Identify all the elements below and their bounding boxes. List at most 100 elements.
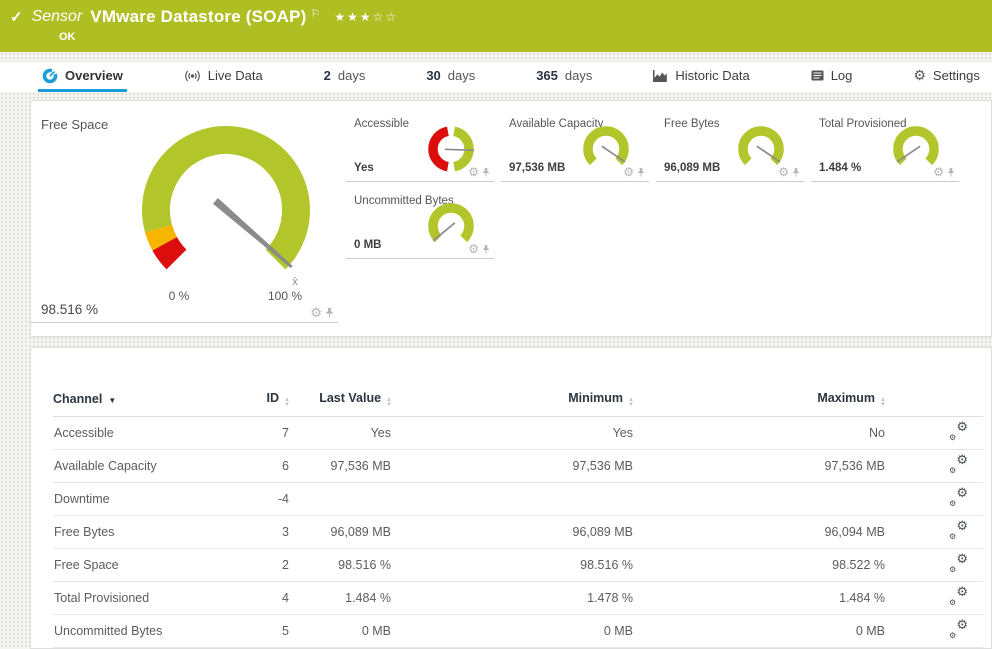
- channel-minimum: [392, 483, 634, 516]
- channel-id: 5: [235, 615, 290, 648]
- table-header-row: Channel▼ ID▲▼ Last Value▲▼ Minimum▲▼ Max…: [53, 386, 983, 417]
- gear-icon[interactable]: ⚙: [778, 167, 789, 178]
- gauge-tile-available-capacity[interactable]: Available Capacity 97,536 MB ⚙: [501, 111, 649, 182]
- tab-settings[interactable]: ⚙ Settings: [909, 62, 984, 92]
- gear-icon[interactable]: ⚙: [468, 167, 479, 178]
- channel-name: Accessible: [53, 417, 235, 450]
- tile-value: Yes: [354, 162, 374, 174]
- tab-label: Log: [831, 68, 853, 83]
- tab-label: Overview: [65, 68, 123, 83]
- flag-icon[interactable]: ⚐: [311, 7, 321, 20]
- tile-value: 1.484 %: [819, 162, 861, 174]
- channel-maximum: 98.522 %: [634, 549, 886, 582]
- gauge-tile-free-space[interactable]: Free Space x̄ 0 % 100 % 98.516 % ⚙: [31, 101, 338, 323]
- tab-number: 2: [324, 68, 331, 83]
- channel-minimum: Yes: [392, 417, 634, 450]
- channel-name: Total Provisioned: [53, 582, 235, 615]
- channel-maximum: No: [634, 417, 886, 450]
- channel-id: 7: [235, 417, 290, 450]
- gear-icon: ⚙: [913, 69, 926, 83]
- status-badge: OK: [59, 31, 992, 43]
- tab-live-data[interactable]: Live Data: [180, 62, 267, 92]
- channel-last-value: 98.516 %: [290, 549, 392, 582]
- channel-settings-icon[interactable]: ⚙⚙: [949, 588, 968, 605]
- column-header-id[interactable]: ID▲▼: [235, 386, 290, 417]
- table-row[interactable]: Free Space 2 98.516 % 98.516 % 98.522 % …: [53, 549, 983, 582]
- column-header-channel[interactable]: Channel▼: [53, 386, 235, 417]
- table-row[interactable]: Total Provisioned 4 1.484 % 1.478 % 1.48…: [53, 582, 983, 615]
- channel-last-value: 0 MB: [290, 615, 392, 648]
- tab-log[interactable]: Log: [807, 62, 857, 92]
- channel-minimum: 98.516 %: [392, 549, 634, 582]
- gear-icon[interactable]: ⚙: [623, 167, 634, 178]
- pin-icon[interactable]: [637, 168, 645, 178]
- table-row[interactable]: Accessible 7 Yes Yes No ⚙⚙: [53, 417, 983, 450]
- gauge-tile-free-bytes[interactable]: Free Bytes 96,089 MB ⚙: [656, 111, 804, 182]
- channel-last-value: [290, 483, 392, 516]
- sort-icon: ▲▼: [284, 398, 290, 407]
- pin-icon[interactable]: [325, 308, 334, 319]
- tile-value: 98.516 %: [41, 302, 98, 317]
- channel-maximum: [634, 483, 886, 516]
- pin-icon[interactable]: [482, 168, 490, 178]
- channel-name: Downtime: [53, 483, 235, 516]
- gauges-panel: Free Space x̄ 0 % 100 % 98.516 % ⚙ Acces…: [30, 100, 992, 337]
- channel-name: Uncommitted Bytes: [53, 615, 235, 648]
- free-space-gauge: x̄: [117, 107, 335, 303]
- gauge-tile-total-provisioned[interactable]: Total Provisioned 1.484 % ⚙: [811, 111, 959, 182]
- tab-overview[interactable]: Overview: [38, 62, 127, 92]
- channel-settings-icon[interactable]: ⚙⚙: [949, 522, 968, 539]
- channel-settings-icon[interactable]: ⚙⚙: [949, 423, 968, 440]
- tab-365-days[interactable]: 365 days: [532, 62, 596, 92]
- gauge-tile-uncommitted-bytes[interactable]: Uncommitted Bytes 0 MB ⚙: [346, 188, 494, 259]
- tab-30-days[interactable]: 30 days: [422, 62, 479, 92]
- pin-icon[interactable]: [792, 168, 800, 178]
- channel-minimum: 96,089 MB: [392, 516, 634, 549]
- tab-2-days[interactable]: 2 days: [320, 62, 370, 92]
- log-icon: [811, 70, 824, 81]
- channel-settings-icon[interactable]: ⚙⚙: [949, 489, 968, 506]
- channel-maximum: 1.484 %: [634, 582, 886, 615]
- channel-settings-icon[interactable]: ⚙⚙: [949, 555, 968, 572]
- gear-icon[interactable]: ⚙: [933, 167, 944, 178]
- tab-label: Live Data: [208, 68, 263, 83]
- check-icon: ✓: [10, 8, 23, 26]
- channel-id: 3: [235, 516, 290, 549]
- gear-icon[interactable]: ⚙: [310, 308, 322, 319]
- channel-maximum: 0 MB: [634, 615, 886, 648]
- star-rating[interactable]: ★★★☆☆: [334, 10, 398, 24]
- gauge-tile-accessible[interactable]: Accessible Yes ⚙: [346, 111, 494, 182]
- channel-last-value: 1.484 %: [290, 582, 392, 615]
- gear-icon[interactable]: ⚙: [468, 244, 479, 255]
- channel-name: Free Bytes: [53, 516, 235, 549]
- channel-id: 4: [235, 582, 290, 615]
- area-chart-icon: [653, 69, 668, 82]
- tab-number: 365: [536, 68, 558, 83]
- channel-maximum: 96,094 MB: [634, 516, 886, 549]
- sort-icon: ▲▼: [880, 398, 886, 407]
- column-header-maximum[interactable]: Maximum▲▼: [634, 386, 886, 417]
- channel-last-value: 96,089 MB: [290, 516, 392, 549]
- mean-marker: x̄: [292, 276, 298, 288]
- tab-bar: Overview Live Data 2 days 30 days 365 da…: [0, 62, 992, 92]
- sort-icon: ▲▼: [628, 398, 634, 407]
- channel-settings-icon[interactable]: ⚙⚙: [949, 621, 968, 638]
- tab-label: Settings: [933, 68, 980, 83]
- tile-value: 0 MB: [354, 239, 381, 251]
- sensor-status-bar: ✓ Sensor VMware Datastore (SOAP) ⚐ ★★★☆☆…: [0, 0, 992, 52]
- column-header-last-value[interactable]: Last Value▲▼: [290, 386, 392, 417]
- channel-id: 6: [235, 450, 290, 483]
- tab-label: days: [565, 68, 592, 83]
- channel-table: Channel▼ ID▲▼ Last Value▲▼ Minimum▲▼ Max…: [53, 386, 983, 648]
- table-row[interactable]: Available Capacity 6 97,536 MB 97,536 MB…: [53, 450, 983, 483]
- pin-icon[interactable]: [947, 168, 955, 178]
- channel-name: Available Capacity: [53, 450, 235, 483]
- sensor-title: VMware Datastore (SOAP): [90, 7, 306, 27]
- column-header-minimum[interactable]: Minimum▲▼: [392, 386, 634, 417]
- channel-settings-icon[interactable]: ⚙⚙: [949, 456, 968, 473]
- pin-icon[interactable]: [482, 245, 490, 255]
- table-row[interactable]: Free Bytes 3 96,089 MB 96,089 MB 96,094 …: [53, 516, 983, 549]
- tab-historic-data[interactable]: Historic Data: [649, 62, 753, 92]
- table-row[interactable]: Downtime -4 ⚙⚙: [53, 483, 983, 516]
- table-row[interactable]: Uncommitted Bytes 5 0 MB 0 MB 0 MB ⚙⚙: [53, 615, 983, 648]
